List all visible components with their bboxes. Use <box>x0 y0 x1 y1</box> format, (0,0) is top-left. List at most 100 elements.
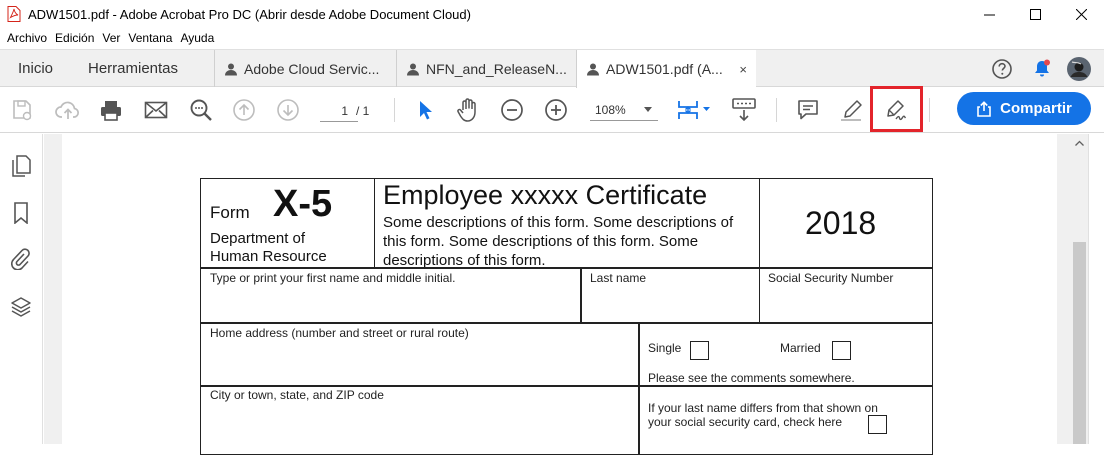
form-id-cell: Form X-5 Department of Human Resource <box>200 178 375 269</box>
menu-ayuda[interactable]: Ayuda <box>180 31 214 45</box>
zoom-out-button[interactable] <box>499 97 525 123</box>
menu-bar: Archivo Edición Ver Ventana Ayuda <box>0 28 1104 48</box>
married-checkbox[interactable] <box>832 341 851 360</box>
hand-tool-button[interactable] <box>455 97 481 123</box>
layers-icon <box>11 297 31 317</box>
window-title: ADW1501.pdf - Adobe Acrobat Pro DC (Abri… <box>28 6 471 22</box>
home-address-field[interactable]: Home address (number and street or rural… <box>200 322 640 387</box>
last-name-differs-checkbox[interactable] <box>868 415 887 434</box>
main-toolbar: 1 / 1 108% <box>0 88 1104 133</box>
home-address-label: Home address (number and street or rural… <box>210 326 469 340</box>
add-comment-button[interactable] <box>795 97 821 123</box>
form-title: Employee xxxxx Certificate <box>383 180 708 210</box>
left-navigation-rail <box>0 134 43 444</box>
pages-icon <box>12 155 31 177</box>
first-name-field[interactable]: Type or print your first name and middle… <box>200 267 582 324</box>
tab-home[interactable]: Inicio <box>18 50 53 87</box>
minimize-icon <box>983 14 995 15</box>
chevron-down-icon <box>644 107 652 112</box>
plus-circle-icon <box>545 99 567 121</box>
shared-user-icon <box>225 63 237 75</box>
envelope-icon <box>144 101 168 119</box>
scroll-up-button[interactable] <box>1071 134 1088 151</box>
printer-icon <box>101 101 121 121</box>
last-name-differs-cell: If your last name differs from that show… <box>638 385 933 455</box>
paperclip-icon <box>11 248 30 270</box>
highlight-text-button[interactable] <box>839 97 865 123</box>
shared-user-icon <box>407 63 419 75</box>
form-year-cell: 2018 <box>759 178 933 269</box>
doc-tab-label: ADW1501.pdf (A... <box>606 61 723 77</box>
tab-tools[interactable]: Herramientas <box>88 50 178 87</box>
arrow-up-circle-icon <box>233 99 255 121</box>
vertical-scrollbar[interactable] <box>1071 134 1088 444</box>
form-description: Some descriptions of this form. Some des… <box>383 214 734 269</box>
form-title-cell: Employee xxxxx Certificate Some descript… <box>374 178 760 269</box>
page-number-input[interactable]: 1 <box>320 100 358 122</box>
comments-note: Please see the comments somewhere. <box>648 371 855 385</box>
close-window-button[interactable] <box>1058 0 1104 28</box>
shared-user-icon <box>587 63 599 76</box>
employee-certificate-form: Form X-5 Department of Human Resource Em… <box>200 178 933 455</box>
single-checkbox[interactable] <box>690 341 709 360</box>
title-bar: ADW1501.pdf - Adobe Acrobat Pro DC (Abri… <box>0 0 1104 28</box>
user-avatar[interactable] <box>1067 56 1091 81</box>
minus-circle-icon <box>501 99 523 121</box>
cloud-upload-icon <box>55 101 79 119</box>
cursor-arrow-icon <box>420 101 432 120</box>
menu-ventana[interactable]: Ventana <box>128 31 172 45</box>
notifications-bell-icon[interactable] <box>1031 58 1053 80</box>
last-name-field[interactable]: Last name <box>580 267 760 324</box>
hand-icon <box>457 98 476 122</box>
fit-page-button[interactable] <box>674 97 714 123</box>
right-pane-gutter <box>1088 134 1104 444</box>
attachments-button[interactable] <box>10 248 32 270</box>
doc-tab-adw1501[interactable]: ADW1501.pdf (A... × <box>576 50 756 88</box>
email-button[interactable] <box>143 97 169 123</box>
ssn-label: Social Security Number <box>768 271 894 285</box>
comment-icon <box>798 100 818 120</box>
share-upload-icon <box>977 100 991 117</box>
maximize-button[interactable] <box>1012 0 1058 28</box>
previous-page-button[interactable] <box>231 97 257 123</box>
print-button[interactable] <box>98 97 124 123</box>
bookmarks-button[interactable] <box>10 202 32 224</box>
next-page-button[interactable] <box>275 97 301 123</box>
select-tool-button[interactable] <box>412 97 438 123</box>
page-thumbnails-button[interactable] <box>10 155 32 177</box>
minimize-button[interactable] <box>966 0 1012 28</box>
first-name-label: Type or print your first name and middle… <box>210 271 456 285</box>
menu-archivo[interactable]: Archivo <box>7 31 47 45</box>
upload-cloud-button[interactable] <box>55 97 81 123</box>
menu-edicion[interactable]: Edición <box>55 31 94 45</box>
zoom-value: 108% <box>595 103 626 117</box>
bookmark-icon <box>14 202 28 224</box>
highlighter-pen-icon <box>841 100 862 121</box>
doc-tab-nfn-release[interactable]: NFN_and_ReleaseN... <box>396 50 576 87</box>
save-to-cloud-button[interactable] <box>9 97 35 123</box>
city-state-zip-field[interactable]: City or town, state, and ZIP code <box>200 385 640 455</box>
scrollbar-thumb[interactable] <box>1073 242 1086 444</box>
fit-page-icon <box>678 101 710 119</box>
find-text-button[interactable] <box>188 97 214 123</box>
department-name: Department of Human Resource <box>210 230 327 265</box>
close-tab-button[interactable]: × <box>739 62 747 77</box>
scroll-keyboard-icon <box>732 98 756 122</box>
chevron-up-icon <box>1075 140 1084 146</box>
tab-bar: Inicio Herramientas Adobe Cloud Servic..… <box>0 49 1104 88</box>
doc-tab-adobe-cloud[interactable]: Adobe Cloud Servic... <box>214 50 396 87</box>
arrow-down-circle-icon <box>277 99 299 121</box>
zoom-level-dropdown[interactable]: 108% <box>590 99 658 121</box>
maximize-icon <box>1029 8 1041 20</box>
layers-button[interactable] <box>10 296 32 318</box>
close-icon <box>1075 8 1087 20</box>
form-word: Form <box>210 203 250 222</box>
zoom-in-button[interactable] <box>543 97 569 123</box>
share-button[interactable]: Compartir <box>957 92 1091 125</box>
city-label: City or town, state, and ZIP code <box>210 388 384 402</box>
help-icon[interactable] <box>991 58 1013 80</box>
scrolling-mode-button[interactable] <box>729 97 759 123</box>
ssn-field[interactable]: Social Security Number <box>759 267 933 324</box>
menu-ver[interactable]: Ver <box>102 31 120 45</box>
doc-tab-label: Adobe Cloud Servic... <box>244 60 380 77</box>
